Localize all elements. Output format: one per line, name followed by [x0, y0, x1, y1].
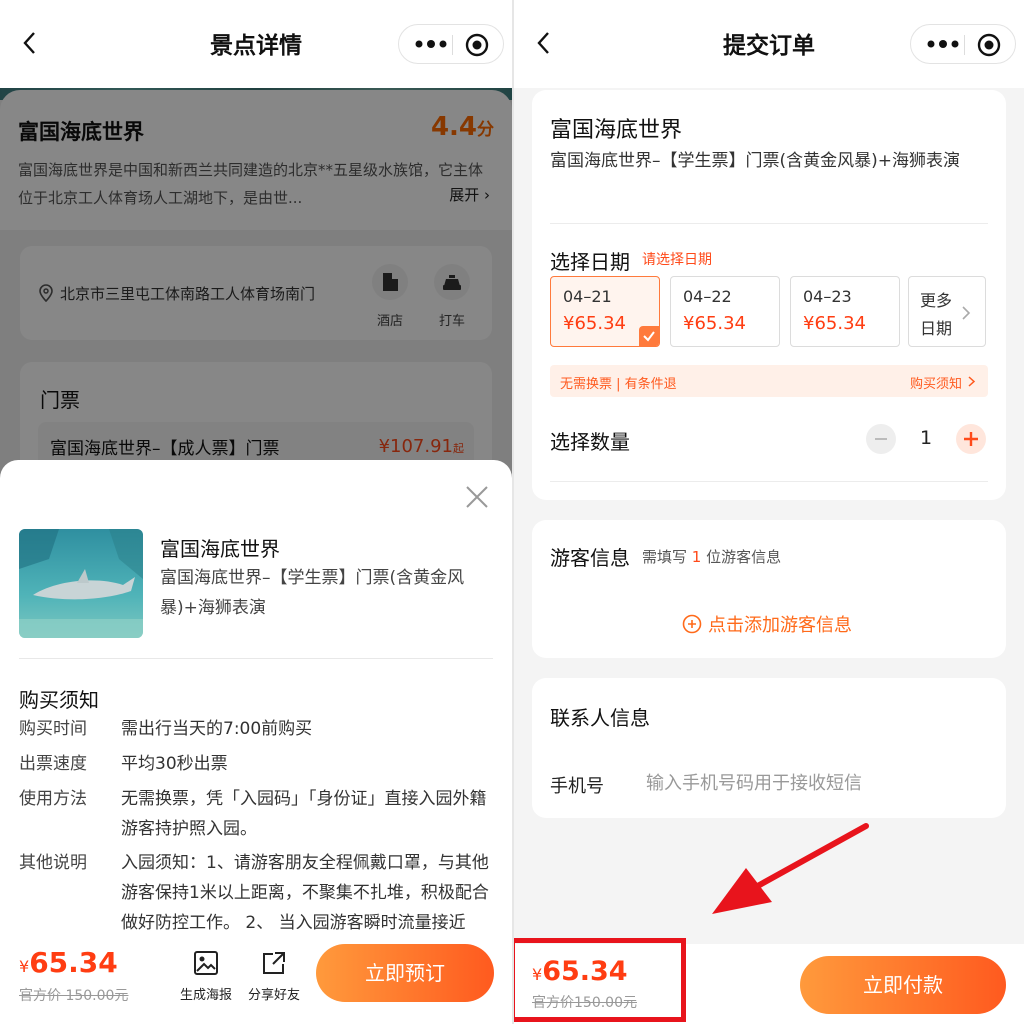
- notice-value: 需出行当天的7:00前购买: [121, 719, 313, 739]
- notice-key: 购买时间: [19, 719, 87, 739]
- generate-poster-button[interactable]: 生成海报: [176, 950, 236, 1003]
- contact-info-card: 联系人信息 手机号: [532, 678, 1006, 818]
- product-description: 富国海底世界–【学生票】门票(含黄金风暴)+海狮表演: [550, 151, 961, 171]
- submit-order-screen: 提交订单 富国海底世界 富国海底世界–【学生票】门票(含黄金风暴)+海狮表演 选…: [514, 0, 1024, 1024]
- refund-policy: 无需换票 | 有条件退: [560, 377, 677, 392]
- mini-program-capsule: [910, 24, 1016, 64]
- highlight-box: [514, 938, 686, 1022]
- top-bar: 景点详情: [0, 0, 512, 88]
- image-icon: [194, 951, 218, 975]
- check-icon: [639, 326, 659, 346]
- add-circle-icon: [682, 614, 702, 634]
- currency-symbol: ¥: [19, 957, 30, 976]
- share-label: 分享好友: [247, 988, 300, 1003]
- more-dates-button[interactable]: 更多日期: [908, 276, 986, 347]
- date-label: 04–21: [563, 287, 612, 306]
- date-option[interactable]: 04–22 ¥65.34: [670, 276, 780, 347]
- guest-hint-prefix: 需填写: [642, 548, 688, 566]
- quantity-plus-button[interactable]: [956, 424, 986, 454]
- top-bar: 提交订单: [514, 0, 1024, 88]
- product-name: 富国海底世界: [550, 118, 683, 143]
- chevron-right-icon: [968, 376, 976, 387]
- guest-hint-suffix: 位游客信息: [706, 548, 782, 566]
- notice-value: 无需换票，凭「入园码」「身份证」直接入园外籍游客持护照入园。: [121, 789, 487, 839]
- divider: [550, 481, 988, 482]
- more-icon[interactable]: [925, 34, 961, 54]
- refund-notice-bar[interactable]: 无需换票 | 有条件退 购买须知: [550, 365, 988, 397]
- annotation-arrow-icon: [712, 823, 869, 914]
- phone-input[interactable]: [646, 768, 966, 798]
- quantity-title: 选择数量: [550, 430, 630, 454]
- share-icon: [263, 952, 285, 974]
- notice-value: 入园须知：1、请游客朋友全程佩戴口罩，与其他游客保持1米以上距离，不聚集不扎堆，…: [121, 853, 489, 933]
- date-price: ¥65.34: [683, 313, 746, 334]
- capsule-divider: [964, 35, 965, 55]
- date-title: 选择日期: [550, 250, 630, 274]
- guest-title: 游客信息: [550, 546, 630, 570]
- sale-price: ¥65.34: [19, 946, 118, 979]
- price-value: 65.34: [29, 946, 118, 979]
- notice-key: 出票速度: [19, 754, 87, 774]
- attraction-detail-screen: 富国海底世界 4.4分 富国海底世界是中国和新西兰共同建造的北京**五星级水族馆…: [0, 0, 512, 1024]
- purchase-notice-link[interactable]: 购买须知: [910, 373, 962, 392]
- guest-count: 1: [691, 548, 702, 566]
- more-dates-label: 更多日期: [920, 291, 953, 338]
- notice-title: 购买须知: [19, 688, 99, 712]
- mini-program-capsule: [398, 24, 504, 64]
- date-hint: 请选择日期: [642, 252, 712, 268]
- date-option[interactable]: 04–23 ¥65.34: [790, 276, 900, 347]
- poster-label: 生成海报: [179, 988, 232, 1003]
- notice-key: 其他说明: [19, 853, 87, 873]
- add-guest-label: 点击添加游客信息: [708, 615, 852, 636]
- share-button[interactable]: 分享好友: [244, 950, 304, 1003]
- divider: [19, 658, 493, 659]
- add-guest-button[interactable]: 点击添加游客信息: [682, 611, 852, 637]
- original-price: 官方价 150.00元: [19, 988, 129, 1004]
- book-now-button[interactable]: 立即预订: [316, 944, 494, 1002]
- quantity-value: 1: [919, 427, 933, 449]
- date-price: ¥65.34: [803, 313, 866, 334]
- order-product-card: 富国海底世界 富国海底世界–【学生票】门票(含黄金风暴)+海狮表演 选择日期 请…: [532, 90, 1006, 500]
- date-price: ¥65.34: [563, 313, 626, 334]
- notice-key: 使用方法: [19, 789, 87, 809]
- close-icon[interactable]: [464, 484, 490, 510]
- capsule-divider: [452, 35, 453, 55]
- quantity-minus-button[interactable]: [866, 424, 896, 454]
- sheet-product-description: 富国海底世界–【学生票】门票(含黄金风暴)+海狮表演: [160, 568, 465, 618]
- guest-hint: 需填写 1 位游客信息: [642, 546, 781, 567]
- sheet-product-name: 富国海底世界: [160, 537, 280, 561]
- close-miniprogram-icon[interactable]: [465, 33, 489, 57]
- contact-title: 联系人信息: [550, 706, 650, 730]
- pay-now-button[interactable]: 立即付款: [800, 956, 1006, 1014]
- close-miniprogram-icon[interactable]: [977, 33, 1001, 57]
- guest-info-card: 游客信息 需填写 1 位游客信息 点击添加游客信息: [532, 520, 1006, 658]
- date-option-selected[interactable]: 04–21 ¥65.34: [550, 276, 660, 347]
- chevron-right-icon: [962, 306, 971, 320]
- notice-value: 平均30秒出票: [121, 754, 228, 774]
- phone-label: 手机号: [550, 776, 604, 797]
- date-label: 04–23: [803, 287, 852, 306]
- bottom-bar: ¥65.34 官方价 150.00元 生成海报 分享好友 立即预订: [0, 944, 512, 1024]
- bottom-bar: ¥65.34 官方价150.00元 立即付款: [514, 938, 1024, 1024]
- product-thumbnail: [19, 529, 143, 638]
- date-label: 04–22: [683, 287, 732, 306]
- purchase-sheet: 富国海底世界 富国海底世界–【学生票】门票(含黄金风暴)+海狮表演 购买须知 购…: [0, 460, 512, 1024]
- divider: [550, 223, 988, 224]
- more-icon[interactable]: [413, 34, 449, 54]
